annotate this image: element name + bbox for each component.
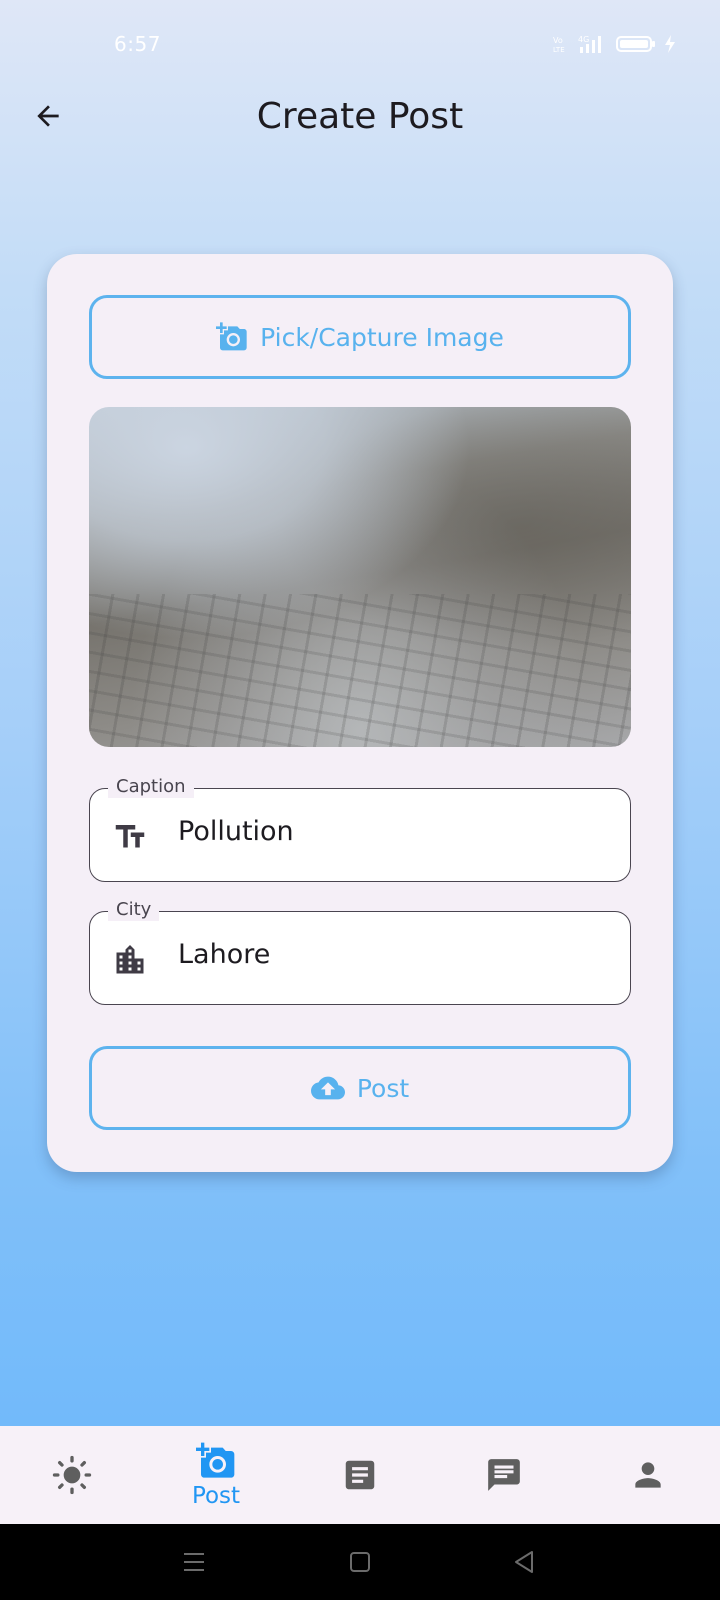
nav-item-posts[interactable] <box>288 1426 432 1524</box>
system-back-button[interactable] <box>510 1548 538 1576</box>
sun-icon <box>52 1455 92 1495</box>
location-city-icon <box>112 942 148 978</box>
caption-value: Pollution <box>178 816 294 847</box>
post-button-label: Post <box>356 1073 410 1103</box>
add-a-photo-icon <box>216 321 248 353</box>
system-nav-bar <box>0 1524 720 1600</box>
pick-image-button[interactable]: Pick/Capture Image <box>89 295 631 379</box>
add-a-photo-icon <box>196 1441 236 1481</box>
bottom-nav: Post <box>0 1426 720 1524</box>
nav-label-post: Post <box>191 1483 241 1509</box>
nav-item-post[interactable]: Post <box>144 1426 288 1524</box>
recents-button[interactable] <box>180 1548 208 1576</box>
article-icon <box>341 1456 379 1494</box>
caption-label: Caption <box>108 776 194 798</box>
person-icon <box>629 1456 667 1494</box>
create-post-card: Pick/Capture Image Caption Pollution Cit… <box>47 254 673 1172</box>
text-fields-icon <box>112 819 148 855</box>
chat-icon <box>485 1456 523 1494</box>
city-label: City <box>108 899 160 921</box>
post-button[interactable]: Post <box>89 1046 631 1130</box>
signal-4g-icon: 4G <box>578 34 608 54</box>
triangle-back-icon <box>510 1551 538 1580</box>
svg-text:Vo: Vo <box>553 36 563 45</box>
charging-icon <box>664 34 676 54</box>
status-time: 6:57 <box>114 32 161 56</box>
cloud-upload-icon <box>310 1071 345 1105</box>
page-title: Create Post <box>256 96 464 137</box>
battery-icon <box>616 34 656 54</box>
pick-image-label: Pick/Capture Image <box>260 322 504 352</box>
status-icons: Vo LTE 4G <box>552 34 676 54</box>
caption-field[interactable]: Caption Pollution <box>89 776 631 882</box>
volte-icon: Vo LTE <box>552 34 570 54</box>
square-icon <box>346 1552 374 1580</box>
home-button[interactable] <box>346 1548 374 1576</box>
city-field[interactable]: City Lahore <box>89 899 631 1005</box>
selected-photo <box>89 407 631 747</box>
nav-item-weather[interactable] <box>0 1426 144 1524</box>
city-value: Lahore <box>178 939 271 970</box>
nav-item-chat[interactable] <box>432 1426 576 1524</box>
app-bar: Create Post <box>0 80 720 160</box>
svg-text:LTE: LTE <box>553 46 565 54</box>
svg-text:4G: 4G <box>578 35 589 44</box>
status-bar: 6:57 Vo LTE 4G <box>0 0 720 90</box>
nav-item-profile[interactable] <box>576 1426 720 1524</box>
menu-icon <box>180 1553 208 1580</box>
photo-texture <box>89 594 631 747</box>
